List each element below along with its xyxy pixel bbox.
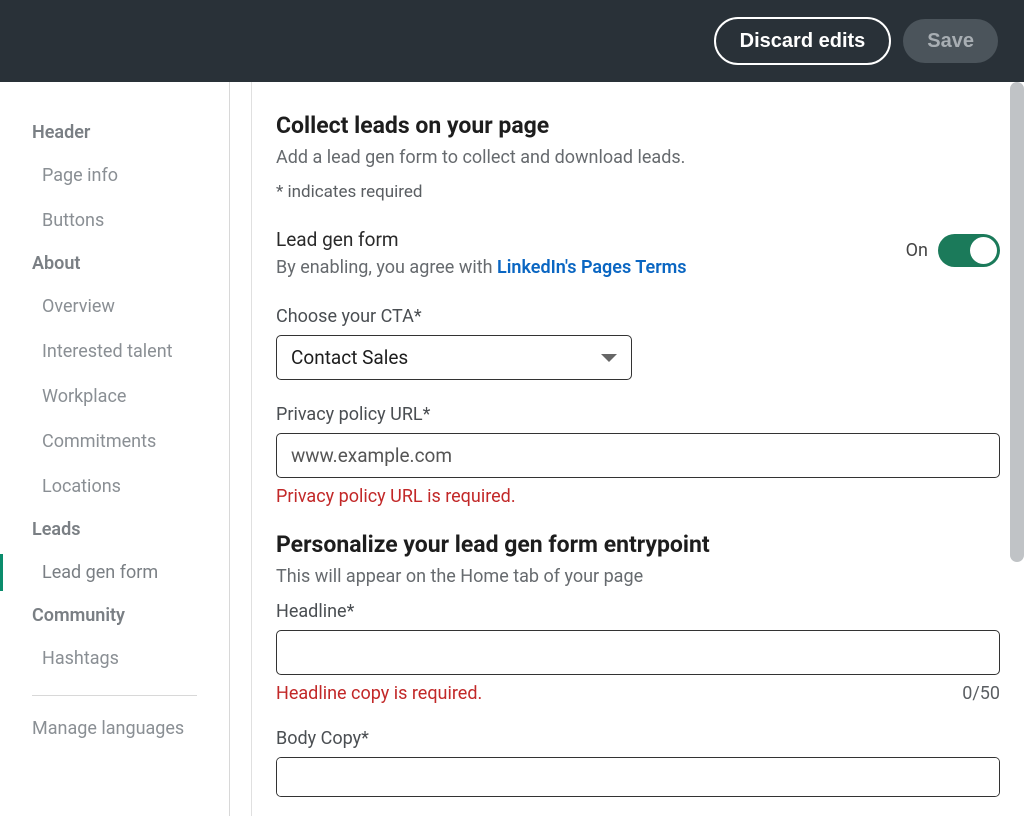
sidebar-section-about: About — [0, 243, 229, 284]
toggle-label: On — [906, 240, 928, 261]
sidebar-item-locations[interactable]: Locations — [0, 464, 229, 509]
sidebar-section-leads: Leads — [0, 509, 229, 550]
topbar: Discard edits Save — [0, 0, 1024, 82]
sidebar-item-lead-gen-form[interactable]: Lead gen form — [0, 550, 229, 595]
toggle-knob — [970, 237, 997, 264]
headline-counter: 0/50 — [962, 683, 1000, 704]
personalize-subtitle: This will appear on the Home tab of your… — [276, 566, 1000, 587]
sidebar-item-interested-talent[interactable]: Interested talent — [0, 329, 229, 374]
manage-languages-button[interactable]: Manage languages — [0, 700, 229, 757]
body-copy-input[interactable] — [276, 757, 1000, 797]
page-title: Collect leads on your page — [276, 112, 1000, 139]
sidebar-item-workplace[interactable]: Workplace — [0, 374, 229, 419]
lead-gen-form-title: Lead gen form — [276, 228, 906, 251]
sidebar-item-commitments[interactable]: Commitments — [0, 419, 229, 464]
cta-select[interactable]: Contact Sales — [276, 335, 632, 380]
personalize-title: Personalize your lead gen form entrypoin… — [276, 531, 1000, 558]
save-button[interactable]: Save — [903, 19, 998, 63]
headline-error: Headline copy is required. — [276, 683, 482, 704]
discard-button[interactable]: Discard edits — [714, 17, 892, 65]
chevron-down-icon — [601, 354, 617, 362]
sidebar-item-buttons[interactable]: Buttons — [0, 198, 229, 243]
layout: Header Page info Buttons About Overview … — [0, 82, 1024, 816]
headline-label: Headline* — [276, 601, 1000, 622]
privacy-url-error: Privacy policy URL is required. — [276, 486, 1000, 507]
scrollbar[interactable] — [1010, 82, 1024, 562]
cta-label: Choose your CTA* — [276, 306, 1000, 327]
sidebar-item-hashtags[interactable]: Hashtags — [0, 636, 229, 681]
sidebar-item-page-info[interactable]: Page info — [0, 153, 229, 198]
headline-input[interactable] — [276, 630, 1000, 675]
required-indicator-note: * indicates required — [276, 182, 1000, 202]
sidebar-divider — [32, 695, 197, 696]
lead-gen-form-desc: By enabling, you agree with LinkedIn's P… — [276, 257, 906, 278]
sidebar-section-community: Community — [0, 595, 229, 636]
terms-link[interactable]: LinkedIn's Pages Terms — [497, 257, 687, 278]
page-subtitle: Add a lead gen form to collect and downl… — [276, 147, 1000, 168]
body-copy-label: Body Copy* — [276, 728, 1000, 749]
sidebar-section-header: Header — [0, 112, 229, 153]
privacy-url-label: Privacy policy URL* — [276, 404, 1000, 425]
cta-selected-value: Contact Sales — [291, 346, 408, 369]
sidebar: Header Page info Buttons About Overview … — [0, 82, 230, 816]
main-content: Collect leads on your page Add a lead ge… — [252, 82, 1024, 816]
sidebar-item-overview[interactable]: Overview — [0, 284, 229, 329]
lead-gen-toggle[interactable] — [938, 234, 1000, 267]
column-gap — [230, 82, 252, 816]
privacy-url-input[interactable] — [276, 433, 1000, 478]
